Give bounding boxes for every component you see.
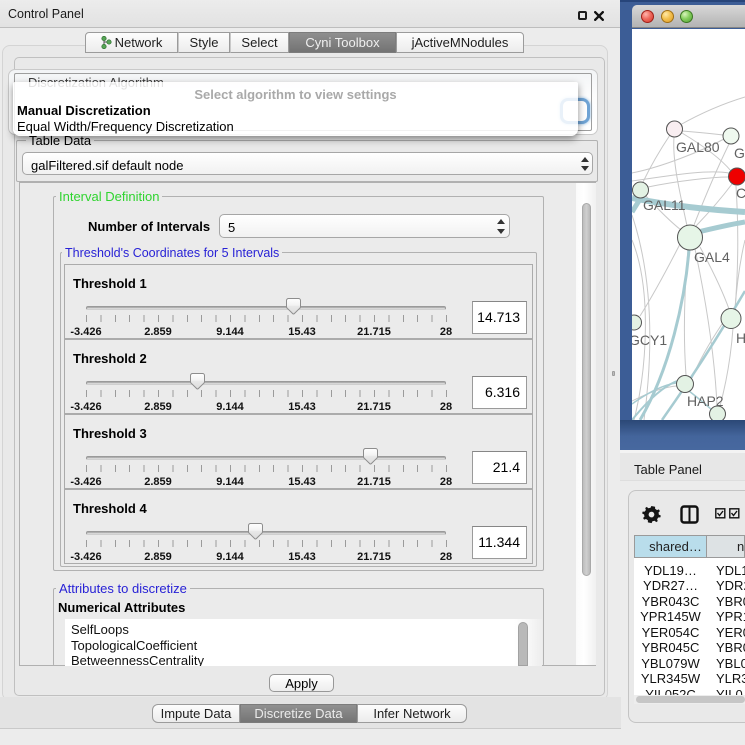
svg-text:H: H	[736, 330, 745, 346]
svg-text:G.: G.	[734, 145, 745, 161]
svg-text:GCY1: GCY1	[632, 332, 667, 348]
svg-text:GAL11: GAL11	[643, 197, 686, 213]
svg-text:C: C	[736, 185, 745, 201]
svg-text:GAL4: GAL4	[694, 249, 730, 265]
svg-text:HAP2: HAP2	[687, 393, 724, 409]
svg-text:GAL80: GAL80	[676, 139, 720, 155]
